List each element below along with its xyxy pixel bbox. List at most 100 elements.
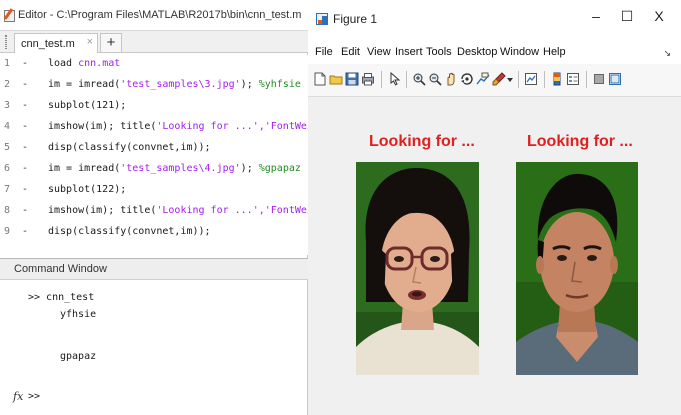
code-text: im = imread('test_samples\3.jpg'); %yhfs… — [48, 79, 301, 90]
matlab-editor-icon — [4, 10, 15, 22]
subplot-title-left: Looking for ... — [369, 133, 475, 150]
code-line[interactable]: 5 - disp(classify(convnet,im)); — [0, 139, 308, 160]
print-icon[interactable] — [361, 72, 375, 86]
add-tab-button[interactable]: + — [100, 33, 122, 53]
code-text: disp(classify(convnet,im)); — [48, 142, 211, 153]
function-browser-icon[interactable]: fx — [13, 390, 23, 403]
subplot-title-right: Looking for ... — [527, 133, 633, 150]
command-history-line: >> cnn_test — [28, 292, 95, 303]
code-text: disp(classify(convnet,im)); — [48, 226, 211, 237]
line-number: 7 — [4, 184, 11, 195]
editor-window: Editor - C:\Program Files\MATLAB\R2017b\… — [0, 0, 308, 258]
line-number: 5 — [4, 142, 11, 153]
arrow-pointer-icon[interactable] — [388, 72, 402, 86]
toolbar-separator — [518, 71, 519, 88]
close-button[interactable]: X — [649, 8, 669, 24]
code-text: imshow(im); title('Looking for ...','Fon… — [48, 205, 308, 216]
figure-window: Figure 1 – ☐ X File Edit View Insert Too… — [308, 0, 681, 415]
colorbar-icon[interactable] — [550, 72, 564, 86]
new-figure-icon[interactable] — [313, 72, 327, 86]
face-image-right — [516, 162, 638, 375]
open-file-icon[interactable] — [329, 72, 343, 86]
photo-person-right[interactable] — [516, 162, 638, 375]
command-window-title: Command Window — [14, 263, 107, 275]
code-line[interactable]: 1 - load cnn.mat — [0, 55, 308, 76]
menu-edit[interactable]: Edit — [341, 46, 360, 58]
code-line[interactable]: 9 - disp(classify(convnet,im)); — [0, 223, 308, 244]
code-line[interactable]: 6 - im = imread('test_samples\4.jpg'); %… — [0, 160, 308, 181]
code-text: subplot(121); — [48, 100, 127, 111]
rotate-3d-icon[interactable] — [460, 72, 474, 86]
line-number: 2 — [4, 79, 11, 90]
tab-close-icon[interactable]: × — [87, 36, 93, 48]
code-text: load cnn.mat — [48, 58, 121, 69]
breakpoint-marker[interactable]: - — [22, 163, 28, 174]
line-number: 9 — [4, 226, 11, 237]
dock-arrow-icon[interactable]: ↘ — [663, 48, 671, 59]
figure-menubar: File Edit View Insert Tools Desktop Wind… — [308, 40, 681, 64]
figure-title: Figure 1 — [333, 12, 378, 26]
breakpoint-marker[interactable]: - — [22, 205, 28, 216]
breakpoint-marker[interactable]: - — [22, 184, 28, 195]
breakpoint-marker[interactable]: - — [22, 79, 28, 90]
matlab-figure-icon — [316, 13, 328, 25]
command-window[interactable]: Command Window >> cnn_test yfhsie gpapaz… — [0, 258, 308, 415]
editor-tabbar: cnn_test.m × + — [0, 31, 308, 53]
maximize-button[interactable]: ☐ — [617, 8, 637, 25]
data-cursor-icon[interactable] — [476, 72, 490, 86]
menu-tools[interactable]: Tools — [426, 46, 452, 58]
menu-window[interactable]: Window — [500, 46, 539, 58]
toolbar-separator — [544, 71, 545, 88]
breakpoint-marker[interactable]: - — [22, 58, 28, 69]
editor-titlebar: Editor - C:\Program Files\MATLAB\R2017b\… — [0, 0, 308, 31]
command-output: yfhsie — [60, 309, 97, 320]
code-line[interactable]: 8 - imshow(im); title('Looking for ...',… — [0, 202, 308, 223]
editor-title: Editor - C:\Program Files\MATLAB\R2017b\… — [18, 9, 302, 21]
face-image-left — [356, 162, 479, 375]
menu-insert[interactable]: Insert — [395, 46, 423, 58]
menu-file[interactable]: File — [315, 46, 333, 58]
minimize-button[interactable]: – — [586, 8, 606, 24]
command-output: gpapaz — [60, 351, 97, 362]
line-number: 6 — [4, 163, 11, 174]
save-icon[interactable] — [345, 72, 359, 86]
tab-cnn-test[interactable]: cnn_test.m × — [14, 33, 98, 53]
dropdown-arrow-icon[interactable] — [507, 77, 513, 83]
toolbar-separator — [406, 71, 407, 88]
code-text: im = imread('test_samples\4.jpg'); %gpap… — [48, 163, 301, 174]
brush-icon[interactable] — [492, 72, 506, 86]
breakpoint-marker[interactable]: - — [22, 142, 28, 153]
hide-plot-tools-icon[interactable] — [592, 72, 606, 86]
show-plot-tools-icon[interactable] — [608, 72, 622, 86]
figure-canvas[interactable]: Looking for ... Looking for ... — [308, 97, 681, 415]
zoom-in-icon[interactable] — [412, 72, 426, 86]
toolbar-separator — [381, 71, 382, 88]
pan-hand-icon[interactable] — [444, 72, 458, 86]
line-number: 3 — [4, 100, 11, 111]
menu-desktop[interactable]: Desktop — [457, 46, 497, 58]
tab-grip-handle[interactable] — [5, 35, 7, 49]
figure-titlebar: Figure 1 – ☐ X — [308, 0, 681, 40]
command-window-header: Command Window — [0, 259, 308, 280]
breakpoint-marker[interactable]: - — [22, 121, 28, 132]
menu-help[interactable]: Help — [543, 46, 566, 58]
code-editor[interactable]: 1 - load cnn.mat 2 - im = imread('test_s… — [0, 55, 308, 255]
legend-icon[interactable] — [566, 72, 580, 86]
line-number: 8 — [4, 205, 11, 216]
code-line[interactable]: 7 - subplot(122); — [0, 181, 308, 202]
code-text: imshow(im); title('Looking for ...','Fon… — [48, 121, 308, 132]
link-plot-icon[interactable] — [524, 72, 538, 86]
code-line[interactable]: 3 - subplot(121); — [0, 97, 308, 118]
code-line[interactable]: 4 - imshow(im); title('Looking for ...',… — [0, 118, 308, 139]
photo-person-left[interactable] — [356, 162, 479, 375]
code-line[interactable]: 2 - im = imread('test_samples\3.jpg'); %… — [0, 76, 308, 97]
tab-label: cnn_test.m — [21, 37, 75, 50]
command-prompt[interactable]: >> — [28, 391, 40, 402]
line-number: 1 — [4, 58, 11, 69]
toolbar-separator — [586, 71, 587, 88]
menu-view[interactable]: View — [367, 46, 391, 58]
code-text: subplot(122); — [48, 184, 127, 195]
zoom-out-icon[interactable] — [428, 72, 442, 86]
breakpoint-marker[interactable]: - — [22, 100, 28, 111]
breakpoint-marker[interactable]: - — [22, 226, 28, 237]
